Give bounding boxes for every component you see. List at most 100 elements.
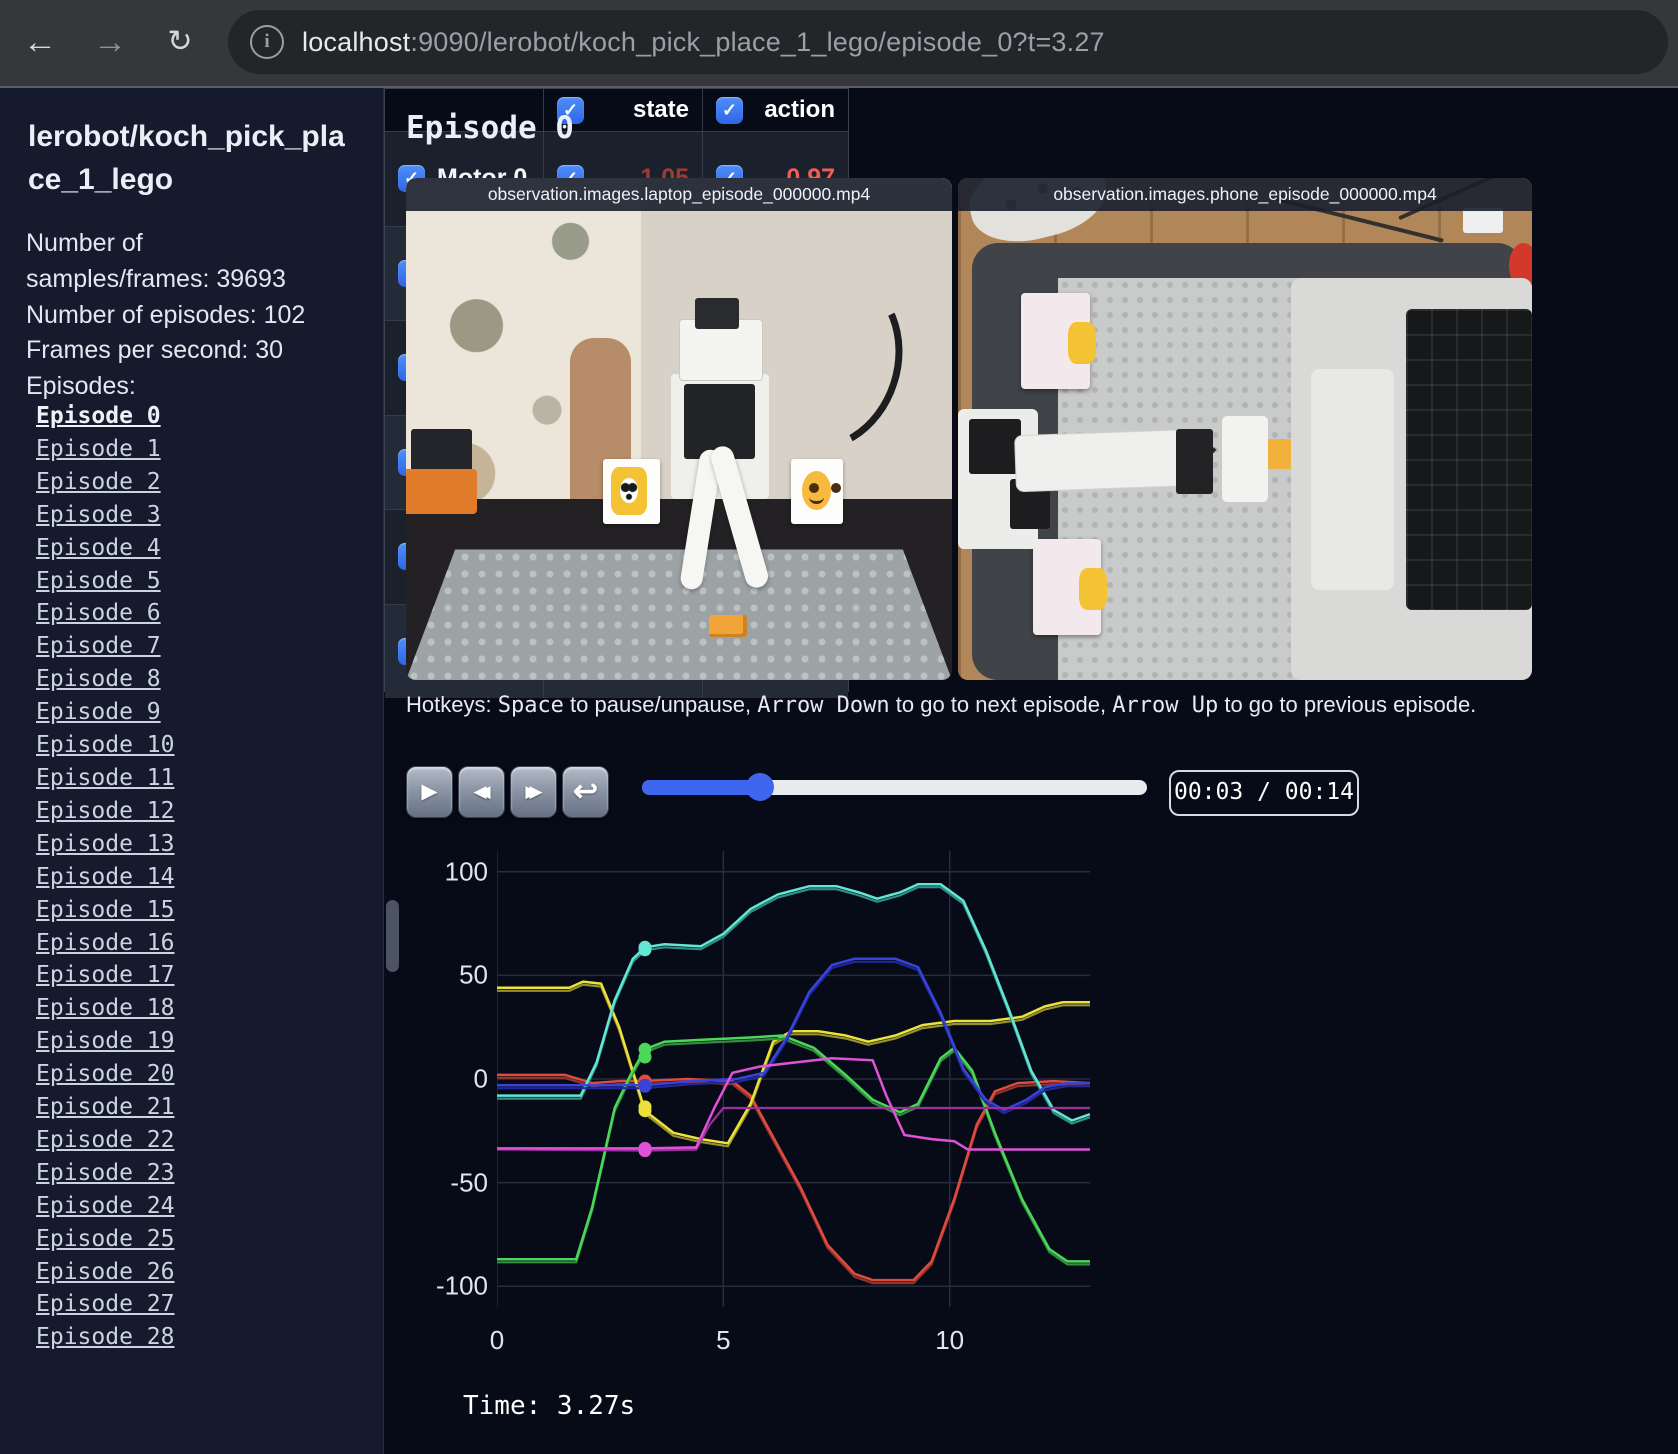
orange-mount xyxy=(406,469,477,515)
y-tick-label: 0 xyxy=(473,1063,488,1094)
episode-link[interactable]: Episode 11 xyxy=(36,762,366,795)
panda-card xyxy=(1032,539,1107,635)
url-host: localhost xyxy=(302,26,411,57)
panda-card xyxy=(602,459,660,525)
hotkeys-text: to pause/unpause, xyxy=(563,692,758,717)
episode-link[interactable]: Episode 10 xyxy=(36,729,366,762)
episode-link[interactable]: Episode 5 xyxy=(36,565,366,598)
episode-link[interactable]: Episode 19 xyxy=(36,1025,366,1058)
hotkeys-text: to go to next episode, xyxy=(889,692,1113,717)
seek-slider-thumb[interactable] xyxy=(746,773,775,801)
video-player-laptop[interactable]: observation.images.laptop_episode_000000… xyxy=(406,178,952,680)
episode-link[interactable]: Episode 2 xyxy=(36,466,366,499)
episode-link[interactable]: Episode 3 xyxy=(36,499,366,532)
panda-badge xyxy=(610,466,648,516)
y-tick-label: -50 xyxy=(450,1167,488,1198)
episode-link[interactable]: Episode 12 xyxy=(36,795,366,828)
y-tick-label: 100 xyxy=(444,856,488,887)
back-button[interactable]: ← xyxy=(16,18,64,66)
laptop-trackpad xyxy=(1311,368,1395,590)
episode-link[interactable]: Episode 25 xyxy=(36,1223,366,1256)
video-label: observation.images.phone_episode_000000.… xyxy=(958,178,1532,211)
episode-link[interactable]: Episode 8 xyxy=(36,663,366,696)
hotkey-arrow-up: Arrow Up xyxy=(1112,693,1219,718)
stat-episodes: Number of episodes: 102 xyxy=(26,300,306,329)
seek-slider[interactable] xyxy=(642,773,1147,801)
y-tick-label: -100 xyxy=(435,1270,488,1301)
seek-slider-fill xyxy=(642,780,761,795)
episode-link[interactable]: Episode 20 xyxy=(36,1058,366,1091)
fast-forward-button[interactable]: ▶▶ xyxy=(510,766,557,818)
episode-link[interactable]: Episode 7 xyxy=(36,630,366,663)
episode-link[interactable]: Episode 22 xyxy=(36,1124,366,1157)
url-path: :9090/lerobot/koch_pick_place_1_lego/epi… xyxy=(410,26,1105,57)
smiley-card xyxy=(1021,293,1096,389)
chart-time-readout: Time: 3.27s xyxy=(463,1391,636,1421)
hugging-face-icon xyxy=(802,470,832,510)
motor-chart xyxy=(497,851,1090,1307)
episode-link[interactable]: Episode 15 xyxy=(36,894,366,927)
main-content: Episode 0 observation.images.laptop_epis… xyxy=(384,88,1678,1454)
lerobot-dataset-visualizer: ← → ↻ i localhost:9090/lerobot/koch_pick… xyxy=(0,0,1678,1454)
episode-link[interactable]: Episode 21 xyxy=(36,1091,366,1124)
hotkeys-help: Hotkeys: Space to pause/unpause, Arrow D… xyxy=(406,692,1476,718)
episode-link[interactable]: Episode 9 xyxy=(36,696,366,729)
x-tick-label: 10 xyxy=(935,1325,965,1355)
episode-link[interactable]: Episode 24 xyxy=(36,1190,366,1223)
lego-brick xyxy=(709,614,748,638)
laptop-keyboard xyxy=(1405,308,1532,610)
episode-link[interactable]: Episode 13 xyxy=(36,828,366,861)
stat-samples: Number of samples/frames: 39693 xyxy=(26,229,286,293)
episode-link[interactable]: Episode 4 xyxy=(36,532,366,565)
x-tick-label: 5 xyxy=(716,1325,731,1355)
episode-link[interactable]: Episode 28 xyxy=(36,1321,366,1354)
state-column-label: state xyxy=(632,96,689,123)
rewind-button[interactable]: ◀◀ xyxy=(458,766,505,818)
url-bar[interactable]: i localhost:9090/lerobot/koch_pick_place… xyxy=(228,10,1668,74)
header-action-cell: ✓ action xyxy=(702,89,848,131)
episode-link[interactable]: Episode 16 xyxy=(36,927,366,960)
episode-link[interactable]: Episode 23 xyxy=(36,1157,366,1190)
x-tick-label: 0 xyxy=(489,1325,505,1355)
action-column-label: action xyxy=(764,96,835,123)
episode-link[interactable]: Episode 17 xyxy=(36,959,366,992)
episode-link[interactable]: Episode 6 xyxy=(36,597,366,630)
video-player-phone[interactable]: observation.images.phone_episode_000000.… xyxy=(958,178,1532,680)
dataset-title: lerobot/koch_pick_place_1_lego xyxy=(28,120,345,196)
card-badge xyxy=(1079,568,1107,610)
stat-fps: Frames per second: 30 xyxy=(26,336,284,365)
robot-camera xyxy=(695,298,740,329)
robot-elbow xyxy=(1176,429,1214,495)
lego-baseplate xyxy=(406,549,952,680)
video-label: observation.images.laptop_episode_000000… xyxy=(406,178,952,211)
page-title: Episode 0 xyxy=(406,110,574,146)
play-button[interactable]: ▶ xyxy=(406,766,453,818)
episode-link[interactable]: Episode 0 xyxy=(36,400,366,433)
y-tick-label: 50 xyxy=(459,959,488,990)
episode-link[interactable]: Episode 14 xyxy=(36,861,366,894)
time-display: 00:03 / 00:14 xyxy=(1169,770,1359,816)
sidebar: lerobot/koch_pick_place_1_lego Number of… xyxy=(0,88,384,1454)
page-info-icon[interactable]: i xyxy=(250,25,284,59)
hotkeys-text: to go to previous episode. xyxy=(1218,692,1477,717)
usb-plug xyxy=(1463,208,1504,234)
forward-button[interactable]: → xyxy=(86,18,134,66)
episode-link[interactable]: Episode 27 xyxy=(36,1288,366,1321)
url-text: localhost:9090/lerobot/koch_pick_place_1… xyxy=(302,27,1105,58)
reload-button[interactable]: ↻ xyxy=(156,18,204,66)
episode-link[interactable]: Episode 1 xyxy=(36,433,366,466)
episode-link[interactable]: Episode 18 xyxy=(36,992,366,1025)
robot-motor xyxy=(969,418,1022,475)
dataset-stats: Number of samples/frames: 39693 Number o… xyxy=(26,226,328,405)
hotkey-arrow-down: Arrow Down xyxy=(757,693,890,718)
robot-arm xyxy=(1014,428,1203,492)
smiley-card xyxy=(790,459,843,525)
panda-face-icon xyxy=(620,477,638,503)
browser-toolbar: ← → ↻ i localhost:9090/lerobot/koch_pick… xyxy=(0,0,1678,88)
action-column-checkbox[interactable]: ✓ xyxy=(716,96,743,124)
card-badge xyxy=(1067,322,1096,365)
hotkey-space: Space xyxy=(497,693,564,718)
episode-link[interactable]: Episode 26 xyxy=(36,1256,366,1289)
loop-button[interactable]: ↩ xyxy=(562,766,609,818)
episode-list: Episode 0 Episode 1 Episode 2 Episode 3 Epis… xyxy=(36,400,366,1354)
